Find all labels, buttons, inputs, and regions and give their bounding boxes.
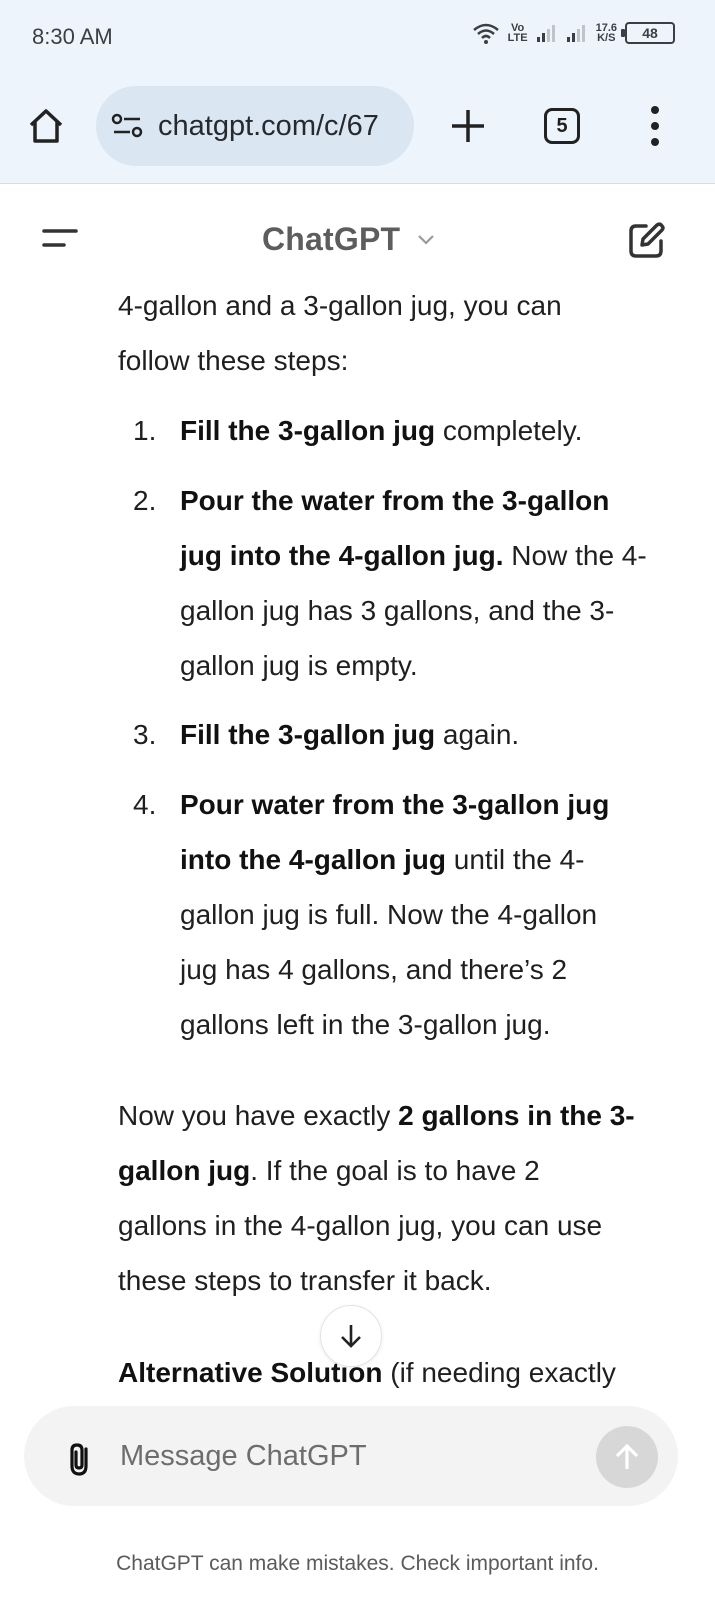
step-line: gallon jug has 3 gallons, and the 3- <box>180 595 615 626</box>
address-bar[interactable]: chatgpt.com/c/67 <box>96 86 414 166</box>
scroll-to-bottom-button[interactable] <box>320 1305 382 1367</box>
step-line: gallon jug is full. Now the 4-gallon <box>180 899 598 930</box>
model-selector-title[interactable]: ChatGPT <box>262 221 400 258</box>
step-line: Pour water from the 3-gallon jug <box>180 789 610 820</box>
conclusion-line: these steps to transfer it back. <box>118 1265 492 1296</box>
step-number: 3. <box>133 719 157 750</box>
step-number: 4. <box>133 789 157 820</box>
tabs-icon[interactable]: 5 <box>544 108 580 144</box>
message-composer <box>24 1406 678 1506</box>
step-line: jug into the 4-gallon jug. Now the 4- <box>180 540 647 571</box>
new-tab-plus-icon[interactable] <box>446 104 490 148</box>
step-line: Fill the 3-gallon jug completely. <box>180 415 583 446</box>
chat-header: ChatGPT <box>0 185 715 285</box>
attach-icon[interactable] <box>64 1440 94 1478</box>
network-speed: 17.6 K/S <box>595 22 617 44</box>
battery-icon: 48 <box>621 22 675 44</box>
volte-indicator: Vo LTE <box>507 22 528 44</box>
step-number: 2. <box>133 485 157 516</box>
step-line: Pour the water from the 3-gallon <box>180 485 610 516</box>
alternative-solution-line: Alternative Solution (if needing exactly <box>118 1357 616 1388</box>
chevron-down-icon[interactable] <box>416 233 436 247</box>
wifi-icon <box>472 23 499 44</box>
step-line: gallon jug is empty. <box>180 650 418 681</box>
conclusion-line: gallons in the 4-gallon jug, you can use <box>118 1210 603 1241</box>
site-settings-icon[interactable] <box>110 112 144 140</box>
step-line: into the 4-gallon jug until the 4- <box>180 844 585 875</box>
status-bar: 8:30 AM Vo LTE 17.6 K/S 48 <box>0 0 715 72</box>
assistant-message: 4-gallon and a 3-gallon jug, you can fol… <box>0 280 715 1400</box>
status-icons: Vo LTE 17.6 K/S 48 <box>472 22 675 44</box>
step-number: 1. <box>133 415 157 446</box>
send-button[interactable] <box>596 1426 658 1488</box>
home-icon[interactable] <box>26 106 66 146</box>
browser-toolbar: chatgpt.com/c/67 5 <box>0 72 715 184</box>
send-arrow-icon <box>615 1443 639 1469</box>
step-line: Fill the 3-gallon jug again. <box>180 719 520 750</box>
step-line: jug has 4 gallons, and there’s 2 <box>180 954 568 985</box>
conclusion-line: gallon jug. If the goal is to have 2 <box>118 1155 540 1186</box>
message-input[interactable] <box>120 1432 580 1480</box>
conclusion-line: Now you have exactly 2 gallons in the 3- <box>118 1100 635 1131</box>
status-time: 8:30 AM <box>32 24 113 49</box>
url-text: chatgpt.com/c/67 <box>158 109 379 142</box>
intro-line: 4-gallon and a 3-gallon jug, you can <box>118 290 562 321</box>
intro-line: follow these steps: <box>118 345 349 376</box>
disclaimer-text: ChatGPT can make mistakes. Check importa… <box>116 1552 599 1575</box>
signal-icon <box>566 25 585 42</box>
signal-icon <box>536 25 555 42</box>
menu-icon[interactable] <box>40 225 80 255</box>
step-line: gallons left in the 3-gallon jug. <box>180 1009 551 1040</box>
arrow-down-icon <box>341 1325 361 1348</box>
more-vert-icon[interactable] <box>648 106 662 146</box>
new-chat-icon[interactable] <box>626 221 666 261</box>
